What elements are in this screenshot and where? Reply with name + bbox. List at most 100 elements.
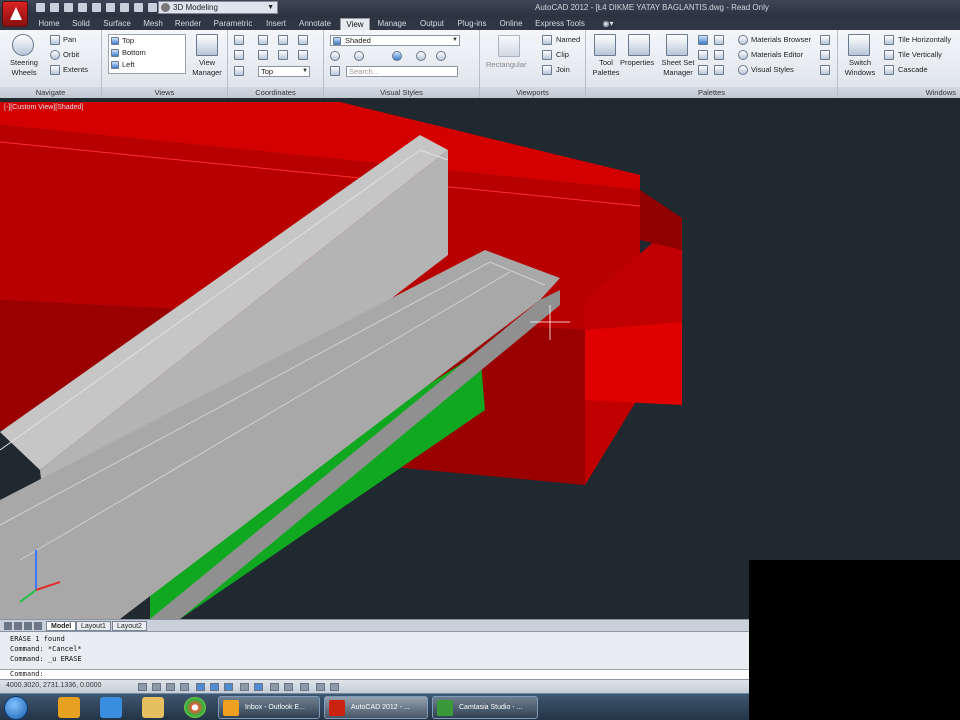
ucs-face-icon[interactable] bbox=[258, 50, 268, 60]
selection-cycling-icon[interactable] bbox=[330, 683, 339, 691]
clip-icon[interactable] bbox=[542, 50, 552, 60]
taskbar-outlook[interactable]: Inbox - Outlook E... bbox=[218, 696, 320, 719]
tab-express-tools[interactable]: Express Tools bbox=[530, 18, 590, 30]
ucs-y-icon[interactable] bbox=[298, 35, 308, 45]
cascade-label[interactable]: Cascade bbox=[898, 65, 928, 75]
prev-tab-icon[interactable] bbox=[14, 622, 22, 630]
tab-surface[interactable]: Surface bbox=[98, 18, 136, 30]
qat-dropdown-icon[interactable] bbox=[148, 3, 157, 12]
plot-icon[interactable] bbox=[92, 3, 101, 12]
views-item-left[interactable]: Left bbox=[122, 60, 135, 70]
steering-wheels-label[interactable]: Steering Wheels bbox=[6, 58, 42, 78]
viewports-panel-title[interactable]: Viewports bbox=[480, 87, 585, 98]
materials-browser-label[interactable]: Materials Browser bbox=[751, 35, 811, 45]
palette-extra-icon[interactable] bbox=[820, 65, 830, 75]
palettes-panel-title[interactable]: Palettes bbox=[586, 87, 837, 98]
model-canvas[interactable] bbox=[0, 98, 960, 619]
switch-windows-label[interactable]: Switch Windows bbox=[842, 58, 878, 78]
redo-icon[interactable] bbox=[120, 3, 129, 12]
visual-styles-manager-icon[interactable] bbox=[738, 65, 748, 75]
viewport-controls[interactable]: [-][Custom View][Shaded] bbox=[4, 104, 83, 111]
last-tab-icon[interactable] bbox=[34, 622, 42, 630]
tool-palettes-icon[interactable] bbox=[594, 34, 616, 56]
next-tab-icon[interactable] bbox=[24, 622, 32, 630]
object-snap-tracking-icon[interactable] bbox=[240, 683, 249, 691]
palette-toggle-icon[interactable] bbox=[698, 65, 708, 75]
shadows-icon[interactable] bbox=[354, 51, 364, 61]
properties-icon[interactable] bbox=[628, 34, 650, 56]
visual-styles-label[interactable]: Visual Styles bbox=[751, 65, 794, 75]
tab-layout1[interactable]: Layout1 bbox=[76, 621, 111, 631]
visual-styles-panel-title[interactable]: Visual Styles bbox=[324, 87, 479, 98]
snap-mode-icon[interactable] bbox=[152, 683, 161, 691]
views-item-top[interactable]: Top bbox=[122, 36, 134, 46]
tab-layout2[interactable]: Layout2 bbox=[112, 621, 147, 631]
windows-panel-title[interactable]: Windows bbox=[838, 87, 960, 98]
palette-toggle-icon[interactable] bbox=[698, 50, 708, 60]
palette-extra-icon[interactable] bbox=[820, 50, 830, 60]
materials-browser-icon[interactable] bbox=[738, 35, 748, 45]
drawing-viewport[interactable]: [-][Custom View][Shaded] bbox=[0, 98, 960, 619]
sheet-set-manager-label[interactable]: Sheet Set Manager bbox=[658, 58, 698, 78]
tab-insert[interactable]: Insert bbox=[260, 18, 292, 30]
polar-tracking-icon[interactable] bbox=[196, 683, 205, 691]
visual-style-search[interactable]: Search... bbox=[346, 66, 458, 77]
tile-vertically-icon[interactable] bbox=[884, 50, 894, 60]
coordinates-panel-title[interactable]: Coordinates bbox=[228, 87, 323, 98]
tool-palettes-label[interactable]: Tool Palettes bbox=[590, 58, 622, 78]
dynamic-ucs-icon[interactable] bbox=[254, 683, 263, 691]
media-player-icon[interactable] bbox=[58, 697, 80, 718]
save-as-icon[interactable] bbox=[78, 3, 87, 12]
undo-icon[interactable] bbox=[106, 3, 115, 12]
tile-horizontally-label[interactable]: Tile Horizontally bbox=[898, 35, 951, 45]
object-snap-icon[interactable] bbox=[210, 683, 219, 691]
tile-horizontally-icon[interactable] bbox=[884, 35, 894, 45]
taskbar-camtasia[interactable]: Camtasia Studio - ... bbox=[432, 696, 538, 719]
ribbon-options-icon[interactable]: ◉▾ bbox=[600, 18, 616, 30]
switch-windows-icon[interactable] bbox=[848, 34, 870, 56]
taskbar-autocad[interactable]: AutoCAD 2012 - ... bbox=[324, 696, 428, 719]
save-icon[interactable] bbox=[64, 3, 73, 12]
orbit-icon[interactable] bbox=[50, 50, 60, 60]
pan-icon[interactable] bbox=[50, 35, 60, 45]
file-explorer-icon[interactable] bbox=[142, 697, 164, 718]
materials-editor-label[interactable]: Materials Editor bbox=[751, 50, 803, 60]
3d-object-snap-icon[interactable] bbox=[224, 683, 233, 691]
tab-render[interactable]: Render bbox=[170, 18, 206, 30]
dynamic-input-icon[interactable] bbox=[270, 683, 279, 691]
rectangular-viewport-icon[interactable] bbox=[498, 35, 520, 57]
pan-label[interactable]: Pan bbox=[63, 35, 76, 45]
tab-mesh[interactable]: Mesh bbox=[138, 18, 168, 30]
palette-toggle-icon[interactable] bbox=[714, 35, 724, 45]
palette-toggle-icon[interactable] bbox=[698, 35, 708, 45]
clip-label[interactable]: Clip bbox=[556, 50, 569, 60]
tab-home[interactable]: Home bbox=[34, 18, 64, 30]
start-button[interactable] bbox=[4, 696, 28, 720]
view-manager-label[interactable]: View Manager bbox=[188, 58, 226, 78]
named-label[interactable]: Named bbox=[556, 35, 580, 45]
face-style-icon[interactable] bbox=[416, 51, 426, 61]
transparency-icon[interactable] bbox=[300, 683, 309, 691]
command-line-input[interactable]: Command: bbox=[0, 669, 749, 679]
grid-display-icon[interactable] bbox=[166, 683, 175, 691]
infer-constraints-icon[interactable] bbox=[138, 683, 147, 691]
orbit-label[interactable]: Orbit bbox=[63, 50, 79, 60]
match-icon[interactable] bbox=[134, 3, 143, 12]
zoom-extents-icon[interactable] bbox=[50, 65, 60, 75]
tab-plug-ins[interactable]: Plug-ins bbox=[452, 18, 492, 30]
materials-editor-icon[interactable] bbox=[738, 50, 748, 60]
tab-model[interactable]: Model bbox=[46, 621, 77, 631]
tab-online[interactable]: Online bbox=[494, 18, 528, 30]
isolines-icon[interactable] bbox=[330, 66, 340, 76]
ucs-x-icon[interactable] bbox=[278, 35, 288, 45]
ucs-combo[interactable]: Top ▼ bbox=[258, 66, 310, 77]
quick-properties-icon[interactable] bbox=[316, 683, 325, 691]
ucs-object-icon[interactable] bbox=[278, 50, 288, 60]
application-menu-button[interactable] bbox=[2, 1, 28, 27]
new-icon[interactable] bbox=[36, 3, 45, 12]
ucs-icon[interactable] bbox=[234, 35, 244, 45]
tab-annotate[interactable]: Annotate bbox=[294, 18, 336, 30]
ucs-world-icon[interactable] bbox=[258, 35, 268, 45]
rectangular-label[interactable]: Rectangular bbox=[486, 60, 526, 70]
steering-wheel-icon[interactable] bbox=[12, 34, 34, 56]
